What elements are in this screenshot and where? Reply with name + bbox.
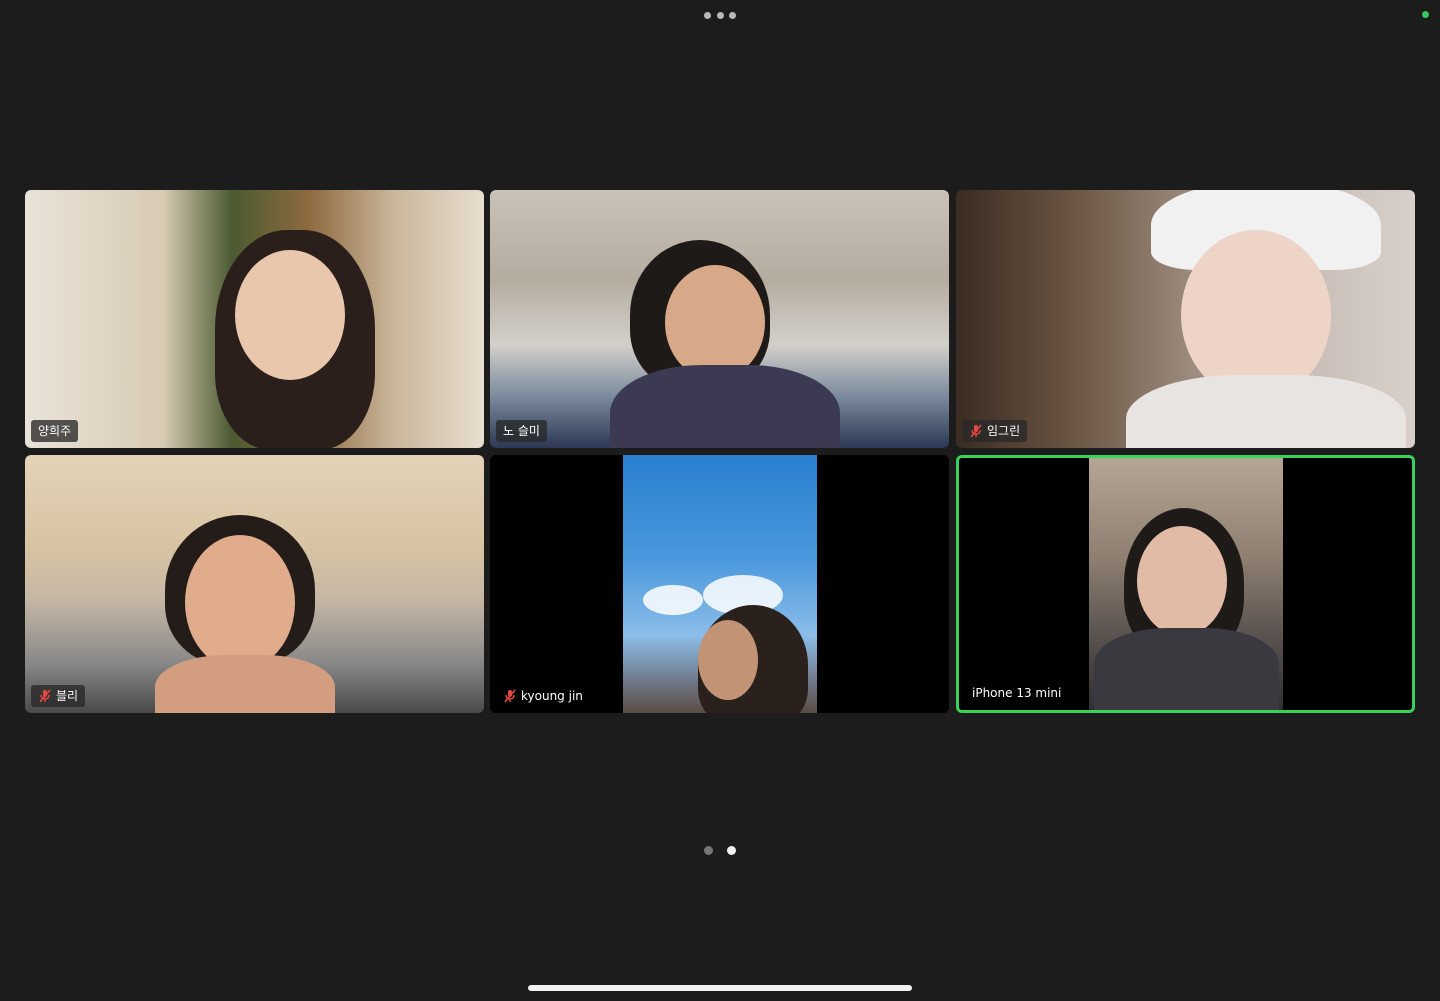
participant-name: 임그린 xyxy=(987,424,1021,438)
participant-tile-6-active-speaker[interactable]: iPhone 13 mini xyxy=(956,455,1415,713)
participant-face xyxy=(698,620,758,700)
participant-name: 블리 xyxy=(56,689,79,703)
participant-body xyxy=(1126,375,1406,448)
page-indicator xyxy=(704,845,736,855)
participant-name: 노 슬미 xyxy=(503,424,540,438)
participant-face xyxy=(1137,526,1227,636)
participant-video xyxy=(25,455,484,713)
participant-tile-4[interactable]: 블리 xyxy=(25,455,484,713)
participant-tile-1[interactable]: 양희주 xyxy=(25,190,484,448)
participant-body xyxy=(155,655,335,713)
participant-tile-2[interactable]: 노 슬미 xyxy=(490,190,949,448)
participant-video xyxy=(959,458,1412,710)
participant-name-tag: kyoung jin xyxy=(496,685,590,707)
participant-name-tag: 노 슬미 xyxy=(496,420,547,442)
participant-name: 양희주 xyxy=(38,424,72,438)
participant-name-tag: iPhone 13 mini xyxy=(965,682,1068,704)
more-options-button[interactable] xyxy=(704,8,736,22)
participant-tile-3[interactable]: 임그린 xyxy=(956,190,1415,448)
participant-video-frame xyxy=(623,455,817,713)
more-dot-icon xyxy=(704,11,711,19)
participant-name-tag: 임그린 xyxy=(962,420,1028,442)
participant-video xyxy=(25,190,484,448)
participant-body xyxy=(1094,628,1279,710)
more-dot-icon xyxy=(716,11,724,19)
participant-body xyxy=(610,365,840,448)
participant-video-frame xyxy=(1089,458,1283,710)
participant-face xyxy=(235,250,345,380)
home-indicator[interactable] xyxy=(528,985,912,991)
participant-video xyxy=(490,190,949,448)
zoom-meeting-screen: 양희주 노 슬미 임그린 블리 kyoung jin iPhone 13 min… xyxy=(0,0,1440,1001)
participant-name: iPhone 13 mini xyxy=(972,686,1062,700)
more-dot-icon xyxy=(729,11,736,19)
participant-face xyxy=(665,265,765,380)
muted-mic-icon xyxy=(504,689,516,703)
participant-name-tag: 블리 xyxy=(31,685,86,707)
page-dot-1[interactable] xyxy=(704,845,713,855)
muted-mic-icon xyxy=(39,689,51,703)
participant-video xyxy=(490,455,949,713)
participant-name-tag: 양희주 xyxy=(31,420,79,442)
participant-tile-5[interactable]: kyoung jin xyxy=(490,455,949,713)
camera-active-indicator xyxy=(1422,11,1429,18)
page-dot-2-current[interactable] xyxy=(727,845,736,855)
cloud xyxy=(643,585,703,615)
muted-mic-icon xyxy=(970,424,982,438)
participant-video xyxy=(956,190,1415,448)
participant-name: kyoung jin xyxy=(521,689,583,703)
participant-face xyxy=(185,535,295,670)
